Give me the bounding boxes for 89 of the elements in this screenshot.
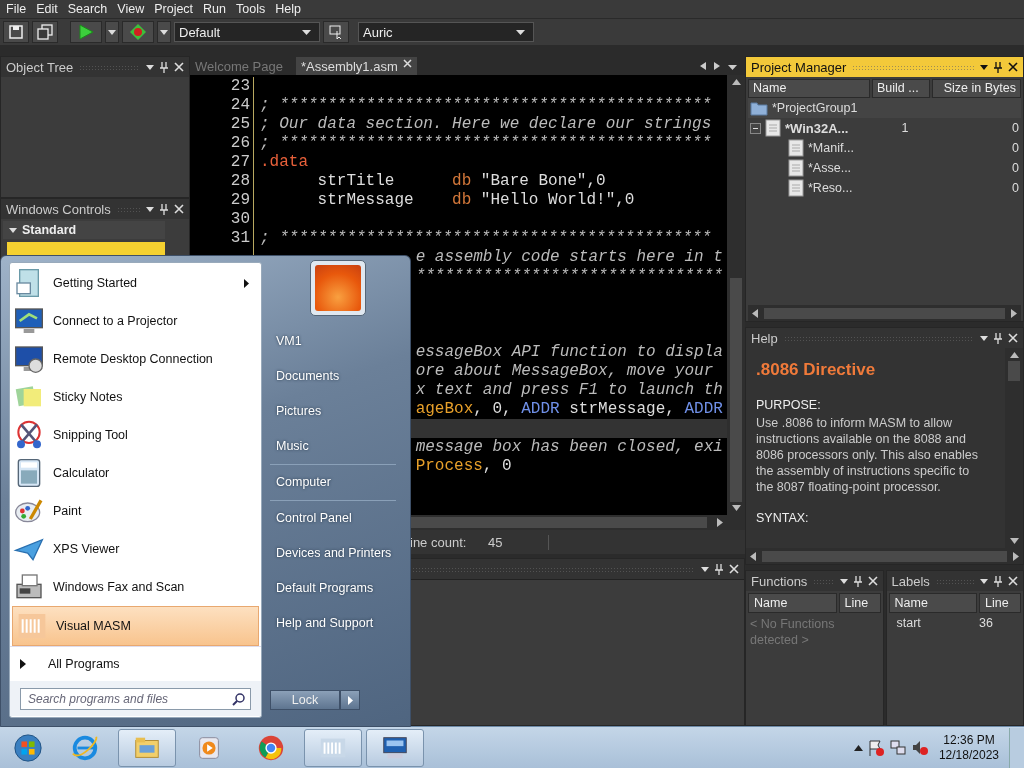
- section-heading: PURPOSE:: [756, 398, 822, 412]
- label-name[interactable]: start: [888, 616, 979, 630]
- code-line: ; Our data section. Here we declare our strings: [260, 115, 712, 133]
- place-item[interactable]: Pictures: [270, 394, 400, 429]
- tree-item[interactable]: *Manif...: [808, 141, 854, 155]
- place-item[interactable]: Music: [270, 429, 396, 465]
- menu-item[interactable]: File: [1, 0, 32, 18]
- section-heading: SYNTAX:: [756, 511, 810, 525]
- program-item[interactable]: XPS Viewer: [10, 530, 261, 568]
- label-line: 36: [979, 616, 994, 630]
- column-header[interactable]: Line: [838, 593, 881, 613]
- panel-title: Functions: [751, 573, 808, 589]
- place-item[interactable]: Default Programs: [270, 571, 400, 606]
- program-item[interactable]: Paint: [10, 492, 261, 530]
- program-item[interactable]: Calculator: [10, 454, 261, 492]
- build-config-dropdown[interactable]: Default: [174, 22, 320, 42]
- panel-title: Help: [751, 330, 778, 346]
- column-header[interactable]: Size in Bytes: [932, 79, 1021, 98]
- place-item[interactable]: Computer: [270, 465, 396, 501]
- line-number: 28: [230, 172, 250, 190]
- program-item[interactable]: Windows Fax and Scan: [10, 568, 261, 606]
- code-line: ageBox, 0, ADDR strMessage, ADDR: [415, 400, 723, 418]
- tree-item[interactable]: *Reso...: [808, 181, 853, 195]
- column-header[interactable]: Name: [748, 79, 870, 98]
- code-line: strMessage db "Hello World!",0: [316, 191, 635, 209]
- panel-title: Labels: [891, 573, 930, 589]
- file-size: 0: [1012, 121, 1019, 135]
- line-number: 31: [230, 229, 250, 247]
- code-line: e assembly code starts here in t: [415, 248, 723, 266]
- theme-dropdown[interactable]: Auric: [358, 22, 534, 42]
- column-header[interactable]: Line: [979, 593, 1021, 613]
- code-line: x text and press F1 to launch th: [415, 381, 723, 399]
- line-number: 25: [230, 115, 250, 133]
- column-header[interactable]: Name: [888, 593, 977, 613]
- line-number: 27: [230, 153, 250, 171]
- place-item[interactable]: Devices and Printers: [270, 536, 400, 571]
- code-line: Process, 0: [415, 457, 512, 475]
- code-line: ; *********************************************: [260, 229, 712, 247]
- menu-item[interactable]: Project: [149, 0, 199, 18]
- search-field[interactable]: Search programs and files: [20, 687, 251, 710]
- program-item[interactable]: Getting Started: [10, 264, 261, 302]
- column-header[interactable]: Build ...: [872, 79, 930, 98]
- menu-item[interactable]: Run: [198, 0, 232, 18]
- code-line: .data: [260, 153, 308, 171]
- menu-item[interactable]: Help: [270, 0, 306, 18]
- clock-date: 12/18/2023: [938, 747, 999, 763]
- empty-message: < No Functions detected >: [749, 616, 836, 649]
- place-item[interactable]: Control Panel: [270, 501, 400, 536]
- code-line: ********************************: [415, 267, 723, 285]
- code-line: ; *********************************************: [260, 96, 712, 114]
- tree-item[interactable]: *Asse...: [808, 161, 852, 175]
- program-item[interactable]: Connect to a Projector: [10, 302, 261, 340]
- line-number: 29: [230, 191, 250, 209]
- line-number: 23: [230, 77, 250, 95]
- status-label: ine count:: [410, 534, 468, 550]
- menu-item[interactable]: Edit: [31, 0, 63, 18]
- program-item[interactable]: Snipping Tool: [10, 416, 261, 454]
- document-tab[interactable]: *Assembly1.asm: [295, 57, 417, 75]
- code-line: ore about MessageBox, move your: [415, 362, 714, 380]
- build-count: 1: [901, 121, 909, 135]
- help-heading: .8086 Directive: [756, 360, 877, 380]
- tree-item[interactable]: *Win32A...: [785, 120, 849, 136]
- column-header[interactable]: Name: [748, 593, 837, 613]
- file-size: 0: [1012, 161, 1019, 175]
- line-number: 26: [230, 134, 250, 152]
- file-size: 0: [1012, 141, 1019, 155]
- code-line: strTitle db "Bare Bone",0: [316, 172, 606, 190]
- clock-time: 12:36 PM: [943, 732, 995, 748]
- menu-item[interactable]: View: [112, 0, 150, 18]
- group-header[interactable]: Standard: [3, 221, 165, 239]
- panel-title: Object Tree: [6, 59, 74, 75]
- help-paragraph: Use .8086 to inform MASM to allow instructions available on the 8088 and 8086 processors only. This also enables the assembly of instructions specific to the 8087 floating-point processor.: [756, 415, 979, 495]
- panel-title: Windows Controls: [6, 201, 111, 217]
- clock[interactable]: 12:36 PM 12/18/2023: [932, 732, 1005, 763]
- code-line: ; *********************************************: [260, 134, 712, 152]
- status-value: 45: [488, 534, 549, 550]
- line-number: 24: [230, 96, 250, 114]
- menu-item[interactable]: Search: [62, 0, 113, 18]
- code-line: essageBox API function to displa: [415, 343, 723, 361]
- program-item[interactable]: Remote Desktop Connection: [10, 340, 261, 378]
- code-line: message box has been closed, exi: [415, 438, 723, 456]
- program-item[interactable]: Sticky Notes: [10, 378, 261, 416]
- panel-title: Project Manager: [751, 59, 847, 75]
- line-number: 30: [230, 210, 250, 228]
- program-item[interactable]: Visual MASM: [12, 606, 259, 646]
- place-item[interactable]: Documents: [270, 359, 400, 394]
- place-item[interactable]: Help and Support: [270, 606, 400, 641]
- file-size: 0: [1012, 181, 1019, 195]
- menu-item[interactable]: Tools: [231, 0, 271, 18]
